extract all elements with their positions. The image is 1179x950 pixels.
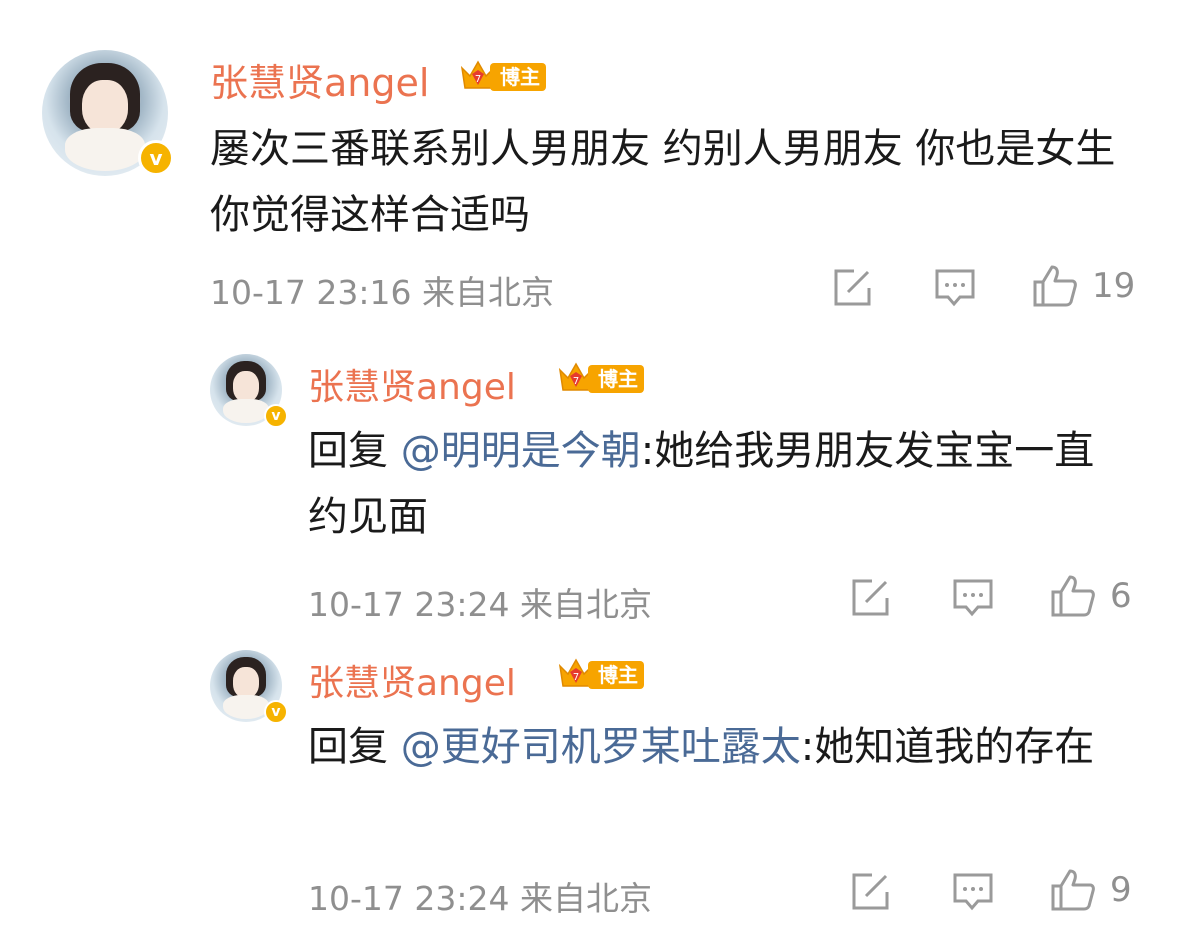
like-button[interactable]: 19 <box>1032 264 1135 308</box>
comment-text: 屡次三番联系别人男朋友 约别人男朋友 你也是女生 你觉得这样合适吗 <box>210 126 1116 238</box>
svg-text:7: 7 <box>475 74 481 85</box>
thumbs-up-icon <box>1051 575 1095 617</box>
verified-badge-icon: v <box>264 404 288 428</box>
username[interactable]: 张慧贤angel <box>210 52 429 107</box>
reply-text: 回复 @更好司机罗某吐露太:她知道我的存在 <box>308 714 1128 780</box>
comment-bubble-icon <box>953 873 993 911</box>
avatar-scarf <box>222 398 270 424</box>
avatar-scarf <box>64 128 146 171</box>
comment-bubble-icon <box>935 269 975 307</box>
username[interactable]: 张慧贤angel <box>308 358 516 410</box>
comment-location: 来自北京 <box>519 585 652 624</box>
edit-icon <box>834 269 871 306</box>
comment-location: 来自北京 <box>519 879 652 918</box>
blogger-badge-label: 博主 <box>588 661 644 689</box>
comment-meta: 10-17 23:24 来自北京 <box>308 872 652 920</box>
blogger-badge: 7 博主 <box>458 58 546 96</box>
comment-button[interactable] <box>952 578 994 618</box>
avatar-scarf <box>222 694 270 720</box>
comment-button[interactable] <box>952 872 994 912</box>
avatar-face <box>82 80 128 134</box>
avatar[interactable]: v <box>210 354 288 428</box>
comment-button[interactable] <box>934 268 976 308</box>
edit-icon <box>852 873 889 910</box>
blogger-badge-label: 博主 <box>588 365 644 393</box>
like-button[interactable]: 6 <box>1050 574 1132 618</box>
avatar[interactable]: v <box>210 650 288 724</box>
repost-button[interactable] <box>850 872 892 912</box>
avatar-face <box>233 667 259 698</box>
reply-prefix: 回复 <box>308 724 388 770</box>
comment-time: 10-17 23:24 <box>308 585 510 624</box>
comment-location: 来自北京 <box>421 273 554 312</box>
blogger-badge-label: 博主 <box>490 63 546 91</box>
username[interactable]: 张慧贤angel <box>308 654 516 706</box>
avatar-face <box>233 371 259 402</box>
like-count: 6 <box>1110 576 1132 616</box>
comment-meta: 10-17 23:24 来自北京 <box>308 578 652 626</box>
mention-link[interactable]: @明明是今朝 <box>401 428 641 474</box>
verified-badge-icon: v <box>264 700 288 724</box>
repost-button[interactable] <box>850 578 892 618</box>
thumbs-up-icon <box>1051 869 1095 911</box>
like-count: 9 <box>1110 870 1132 910</box>
comment-bubble-icon <box>953 579 993 617</box>
reply-prefix: 回复 <box>308 428 388 474</box>
like-count: 19 <box>1092 266 1136 306</box>
repost-button[interactable] <box>832 268 874 308</box>
mention-link[interactable]: @更好司机罗某吐露太 <box>401 724 801 770</box>
thumbs-up-icon <box>1033 265 1077 307</box>
edit-icon <box>852 579 889 616</box>
avatar[interactable]: v <box>42 50 174 176</box>
like-button[interactable]: 9 <box>1050 868 1132 912</box>
comment-time: 10-17 23:24 <box>308 879 510 918</box>
verified-badge-icon: v <box>138 140 174 176</box>
comment-meta: 10-17 23:16 来自北京 <box>210 266 554 314</box>
svg-text:7: 7 <box>573 672 579 683</box>
blogger-badge: 7 博主 <box>556 360 644 398</box>
blogger-badge: 7 博主 <box>556 656 644 694</box>
comment-time: 10-17 23:16 <box>210 273 412 312</box>
reply-text: 回复 @明明是今朝:她给我男朋友发宝宝一直约见面 <box>308 418 1128 550</box>
svg-text:7: 7 <box>573 376 579 387</box>
reply-body: :她知道我的存在 <box>800 724 1095 770</box>
